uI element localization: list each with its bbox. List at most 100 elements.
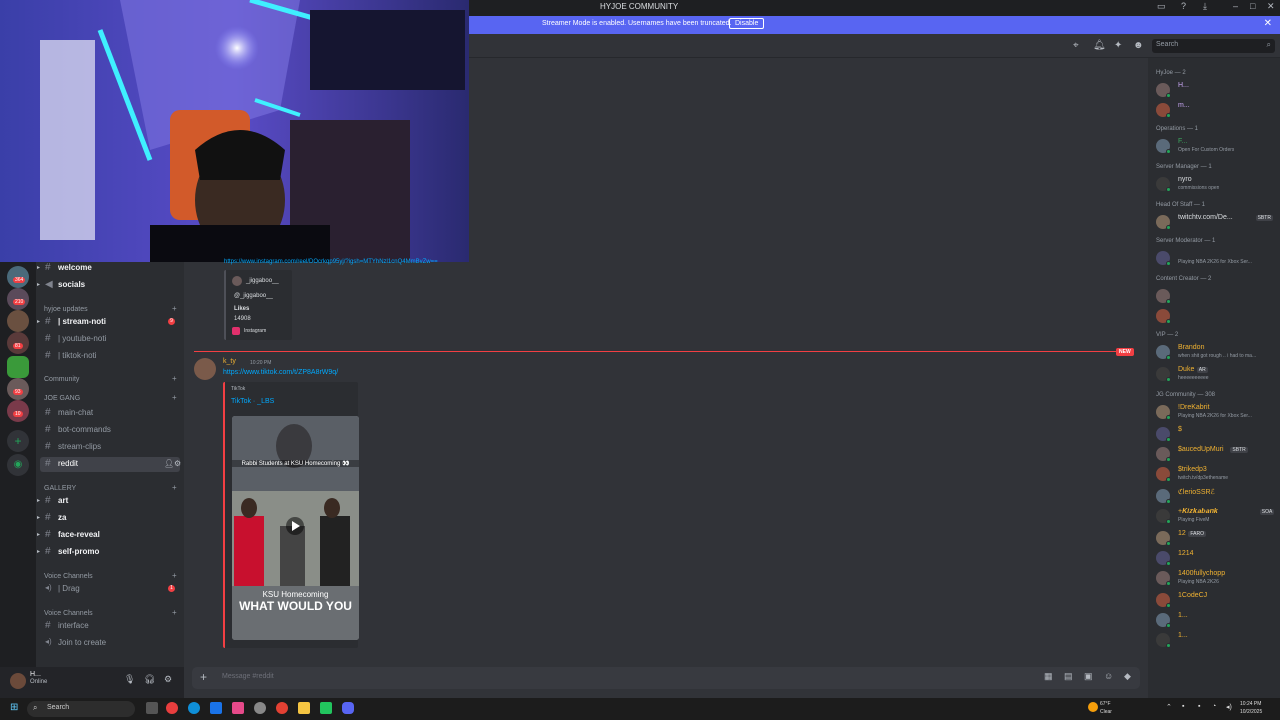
- channel-interface[interactable]: # interface: [40, 619, 180, 634]
- windows-start-icon[interactable]: ⊞: [10, 702, 18, 713]
- embed-title[interactable]: TikTok · _LBS: [231, 398, 274, 405]
- member-item[interactable]: $: [1156, 426, 1280, 444]
- close-button[interactable]: ✕: [1267, 1, 1275, 12]
- search-bar[interactable]: Search ⌕: [1152, 39, 1275, 53]
- app-icon[interactable]: [210, 702, 222, 714]
- member-item[interactable]: Playing NBA 2K26 for Xbox Ser...: [1156, 250, 1280, 268]
- member-item[interactable]: $trikedp3 twitch.tv/dp3ethename: [1156, 466, 1280, 484]
- category-voice-channels[interactable]: Voice Channels: [44, 573, 93, 580]
- channel-welcome[interactable]: ▸ # welcome: [37, 261, 180, 276]
- gif-icon[interactable]: ▤: [1064, 671, 1073, 682]
- member-item[interactable]: 12 FARO: [1156, 530, 1280, 548]
- gear-icon[interactable]: ⚙: [174, 459, 181, 468]
- app-icon[interactable]: [254, 702, 266, 714]
- member-item[interactable]: +𝑲𝒊𝒛𝒌𝒂𝒃𝒂𝒏𝒌 SOA Playing FiveM: [1156, 508, 1280, 526]
- threads-icon[interactable]: ⌖: [1073, 40, 1079, 51]
- discover-icon[interactable]: ◉: [7, 454, 29, 476]
- tray-icon[interactable]: ▪: [1182, 703, 1184, 710]
- app-icon[interactable]: [320, 702, 332, 714]
- bell-icon[interactable]: 🔔︎: [1093, 40, 1106, 51]
- member-item[interactable]: twitchtv.com/De... SBTR: [1156, 214, 1280, 232]
- weather-icon[interactable]: [1088, 702, 1098, 712]
- gift-icon[interactable]: ▦: [1044, 671, 1053, 682]
- channel-join-to-create[interactable]: ◂) Join to create: [40, 636, 180, 651]
- maximize-button[interactable]: □: [1250, 1, 1255, 11]
- disable-streamer-mode-button[interactable]: Disable: [729, 18, 765, 29]
- channel-tiktok-noti[interactable]: # | tiktok-noti: [40, 349, 180, 364]
- pin-icon[interactable]: ✦: [1114, 40, 1122, 51]
- volume-icon[interactable]: ◂): [1226, 703, 1232, 711]
- microphone-icon[interactable]: 🎙︎: [124, 674, 135, 685]
- channel-bot-commands[interactable]: # bot-commands: [40, 423, 180, 438]
- sticker-icon[interactable]: ▣: [1084, 671, 1093, 682]
- member-item[interactable]: ℭlerioSSRℰ: [1156, 488, 1280, 506]
- add-channel-icon[interactable]: +: [172, 571, 177, 580]
- member-item[interactable]: nyro commissions open: [1156, 176, 1280, 194]
- inbox-icon[interactable]: ▭: [1157, 1, 1166, 12]
- member-item[interactable]: 1...: [1156, 632, 1280, 650]
- member-item[interactable]: F... Open For Custom Orders: [1156, 138, 1280, 156]
- file-explorer-icon[interactable]: [298, 702, 310, 714]
- channel-self-promo[interactable]: ▸ # self-promo: [37, 545, 180, 560]
- chevron-up-icon[interactable]: ⌃: [1166, 703, 1172, 711]
- member-item[interactable]: 1400fullychopp Playing NBA 2K26: [1156, 570, 1280, 588]
- help-icon[interactable]: ?: [1181, 1, 1186, 11]
- category-hyjoe-updates[interactable]: hyjoe updates: [44, 306, 88, 313]
- member-item[interactable]: Brandon when shit got rough .. i had to m…: [1156, 344, 1280, 362]
- avatar[interactable]: [194, 358, 216, 380]
- clock-date[interactable]: 10/2/2025: [1240, 709, 1262, 715]
- category-community[interactable]: Community: [44, 376, 79, 383]
- app-icon[interactable]: [166, 702, 178, 714]
- add-channel-icon[interactable]: +: [172, 374, 177, 383]
- channel-stream-clips[interactable]: # stream-clips: [40, 440, 180, 455]
- emoji-icon[interactable]: ☺: [1104, 671, 1113, 681]
- member-list-icon[interactable]: ☻: [1133, 40, 1144, 51]
- channel-main-chat[interactable]: # main-chat: [40, 406, 180, 421]
- close-icon[interactable]: ✕: [1264, 18, 1272, 29]
- channel-art[interactable]: ▸ # art: [37, 494, 180, 509]
- member-item[interactable]: !DreKabrit Playing NBA 2K26 for Xbox Ser.…: [1156, 404, 1280, 422]
- edge-icon[interactable]: [188, 702, 200, 714]
- app-icon[interactable]: [232, 702, 244, 714]
- avatar[interactable]: [10, 673, 26, 689]
- channel-socials[interactable]: ▸ ◀ socials: [37, 278, 180, 293]
- clock-time[interactable]: 10:24 PM: [1240, 701, 1261, 707]
- member-item[interactable]: $aucedUpMuri SBTR: [1156, 446, 1280, 464]
- member-item[interactable]: 1CodeCJ: [1156, 592, 1280, 610]
- member-item[interactable]: [1156, 288, 1280, 306]
- taskbar-search[interactable]: ⌕ Search: [27, 701, 135, 717]
- voice-channel-drag[interactable]: ◂) | Drag 1: [40, 582, 180, 597]
- message-link[interactable]: https://www.tiktok.com/t/ZP8A8rW9q/: [223, 369, 338, 376]
- category-voice-channels[interactable]: Voice Channels: [44, 610, 93, 617]
- video-thumbnail[interactable]: Rabbi Students at KSU Homecoming 👀 KSU H…: [232, 416, 359, 640]
- add-channel-icon[interactable]: +: [172, 608, 177, 617]
- message-composer[interactable]: + Message #reddit ▦ ▤ ▣ ☺ ◆: [192, 667, 1140, 689]
- headphones-icon[interactable]: 🎧︎: [144, 674, 155, 685]
- server-icon[interactable]: [7, 310, 29, 332]
- member-item[interactable]: 1214: [1156, 550, 1280, 568]
- network-icon[interactable]: ◔: [1212, 703, 1216, 710]
- task-view-icon[interactable]: [146, 702, 158, 714]
- chrome-icon[interactable]: [276, 702, 288, 714]
- channel-youtube-noti[interactable]: # | youtube-noti: [40, 332, 180, 347]
- invite-icon[interactable]: 👤︎: [164, 459, 174, 468]
- member-item[interactable]: 1...: [1156, 612, 1280, 630]
- member-item[interactable]: m...: [1156, 102, 1280, 120]
- channel-za[interactable]: ▸ # za: [37, 511, 180, 526]
- channel-reddit[interactable]: # reddit 👤︎ ⚙: [40, 457, 181, 472]
- message-link[interactable]: https://www.instagram.com/reel/DOcrkqp95…: [224, 259, 438, 265]
- add-channel-icon[interactable]: +: [172, 393, 177, 402]
- add-server-icon[interactable]: +: [7, 430, 29, 452]
- apps-icon[interactable]: ◆: [1124, 671, 1131, 682]
- category-joe-gang[interactable]: JOE GANG: [44, 395, 80, 402]
- member-item[interactable]: H...: [1156, 82, 1280, 100]
- download-icon[interactable]: ⤓: [1203, 1, 1207, 12]
- add-channel-icon[interactable]: +: [172, 483, 177, 492]
- tray-icon[interactable]: ▪: [1198, 703, 1200, 710]
- member-item[interactable]: Duke AR heeeeeeeeee: [1156, 366, 1280, 384]
- minimize-button[interactable]: –: [1233, 1, 1238, 11]
- category-gallery[interactable]: GALLERY: [44, 485, 76, 492]
- member-item[interactable]: [1156, 308, 1280, 326]
- channel-face-reveal[interactable]: ▸ # face-reveal: [37, 528, 180, 543]
- upload-icon[interactable]: +: [200, 670, 207, 684]
